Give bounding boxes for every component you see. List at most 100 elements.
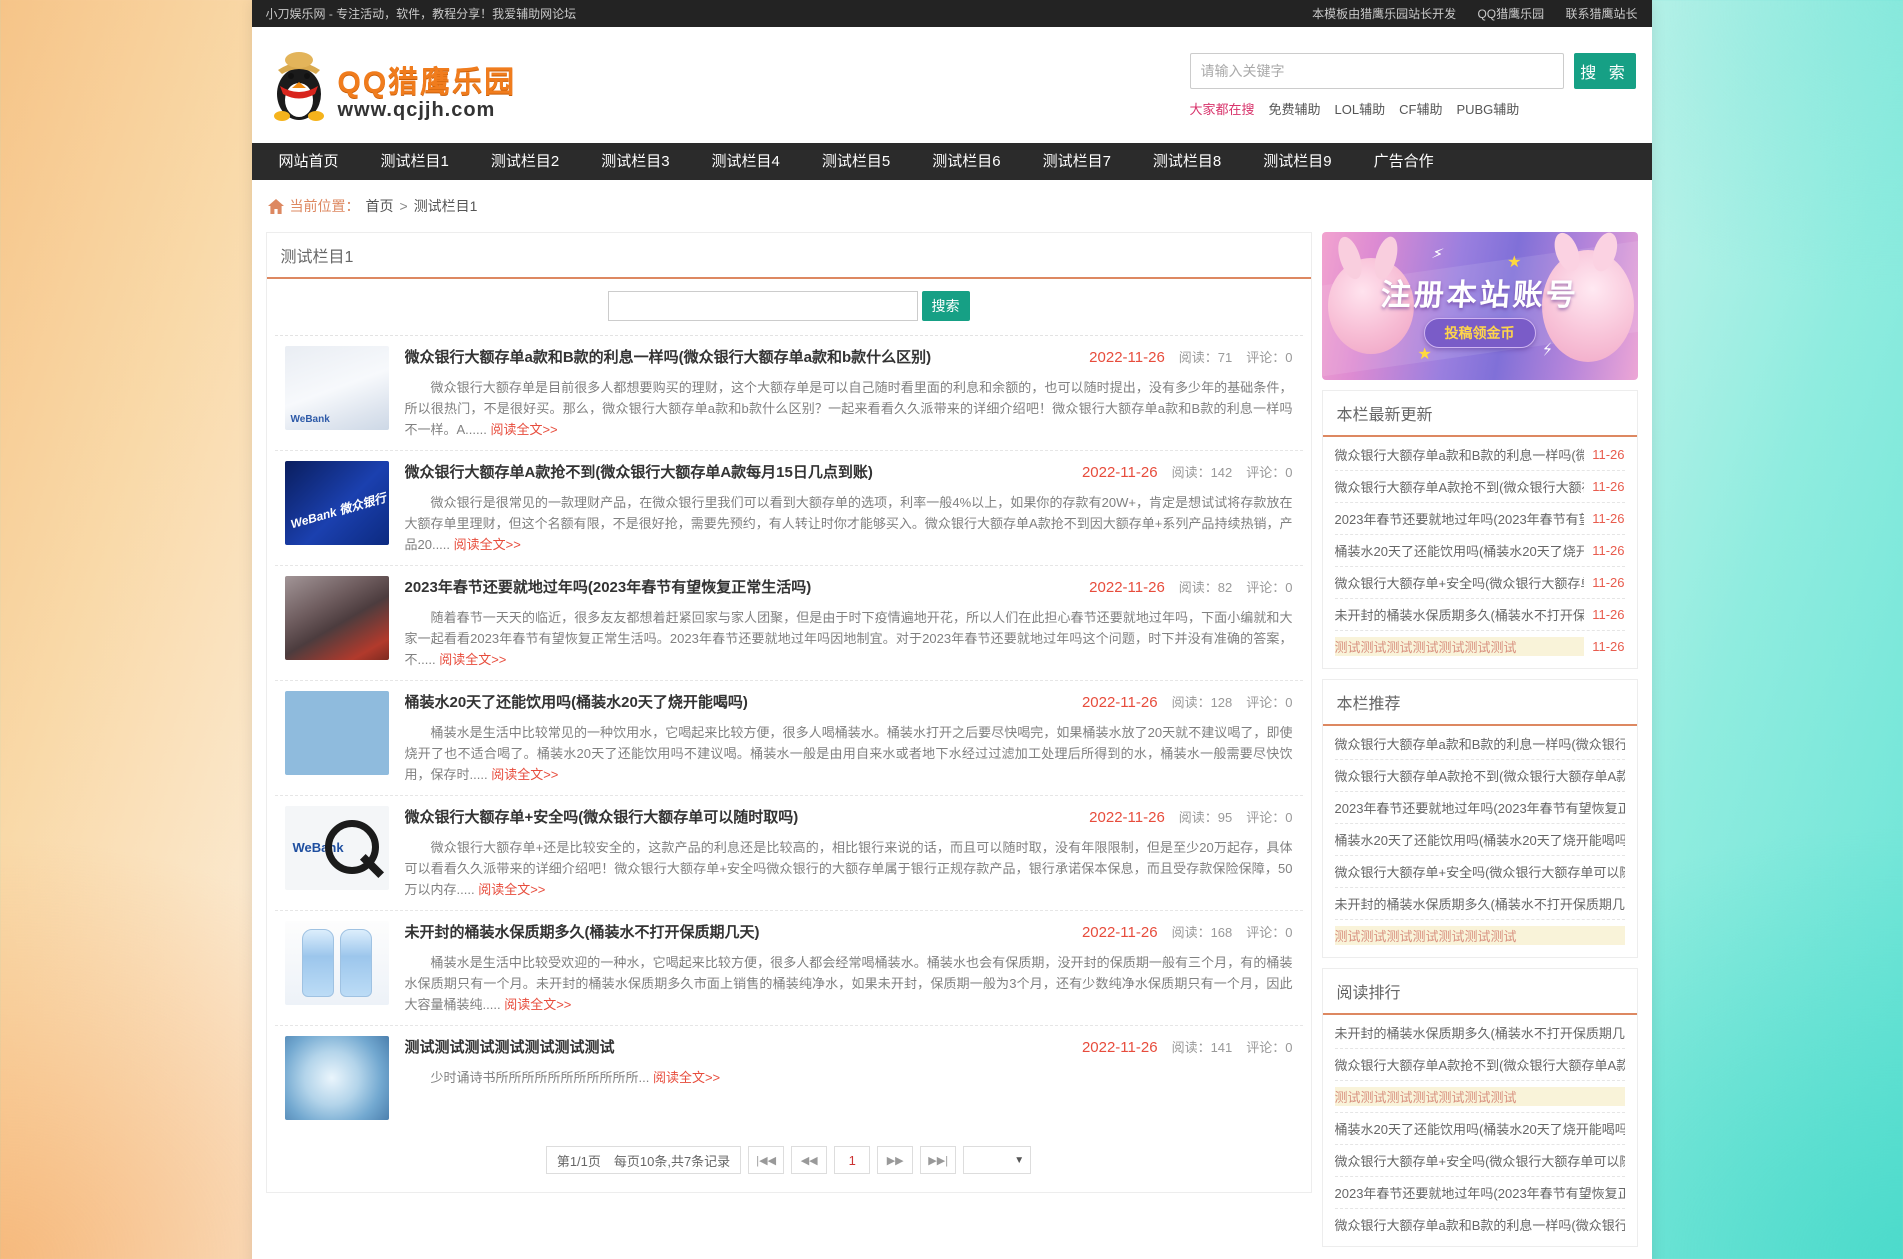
sidebar-article-link[interactable]: 未开封的桶装水保质期多久(桶装水不打开保质期几: [1335, 1023, 1625, 1042]
article-thumbnail[interactable]: [285, 1036, 389, 1120]
panel-search-input[interactable]: [608, 291, 918, 321]
article-title-link[interactable]: 微众银行大额存单A款抢不到(微众银行大额存单A款每月15日几点到账): [405, 461, 873, 482]
read-more-link[interactable]: 阅读全文>>: [491, 767, 558, 782]
nav-item-cat3[interactable]: 测试栏目3: [580, 143, 690, 180]
list-item[interactable]: 未开封的桶装水保质期多久(桶装水不打开保11-26: [1335, 599, 1625, 631]
nav-item-cat7[interactable]: 测试栏目7: [1022, 143, 1132, 180]
nav-item-cat6[interactable]: 测试栏目6: [911, 143, 1021, 180]
list-item[interactable]: 微众银行大额存单a款和B款的利息一样吗(微11-26: [1335, 439, 1625, 471]
list-item[interactable]: 未开封的桶装水保质期多久(桶装水不打开保质期几: [1335, 1017, 1625, 1049]
topbar-link-site[interactable]: QQ猎鹰乐园: [1477, 7, 1544, 21]
sidebar-article-link[interactable]: 微众银行大额存单+安全吗(微众银行大额存单: [1335, 573, 1585, 592]
list-item[interactable]: 2023年春节还要就地过年吗(2023年春节有望恢复正: [1335, 1177, 1625, 1209]
sidebar-article-link[interactable]: 未开封的桶装水保质期多久(桶装水不打开保质期几: [1335, 894, 1625, 913]
nav-item-cat4[interactable]: 测试栏目4: [691, 143, 801, 180]
hot-search-item[interactable]: CF辅助: [1399, 99, 1442, 118]
article-thumbnail[interactable]: WeBank: [285, 806, 389, 890]
article-title-link[interactable]: 微众银行大额存单a款和B款的利息一样吗(微众银行大额存单a款和b款什么区别): [405, 346, 932, 367]
sidebar-article-link[interactable]: 2023年春节还要就地过年吗(2023年春节有望恢复正: [1335, 1183, 1625, 1202]
sidebar-article-link[interactable]: 2023年春节还要就地过年吗(2023年春节有望: [1335, 509, 1585, 528]
nav-item-cat8[interactable]: 测试栏目8: [1132, 143, 1242, 180]
sidebar-article-link[interactable]: 微众银行大额存单A款抢不到(微众银行大额存单A款: [1335, 1055, 1625, 1074]
sidebar-article-link[interactable]: 测试测试测试测试测试测试测试: [1335, 1087, 1625, 1106]
star-icon: ★: [1507, 252, 1521, 272]
sidebar-article-link[interactable]: 未开封的桶装水保质期多久(桶装水不打开保: [1335, 605, 1585, 624]
hot-search-row: 大家都在搜 免费辅助 LOL辅助 CF辅助 PUBG辅助: [1190, 99, 1636, 118]
topbar-link-template-author[interactable]: 本模板由猎鹰乐园站长开发: [1312, 7, 1456, 21]
search-input[interactable]: [1190, 53, 1564, 89]
page-select-dropdown[interactable]: ▼: [963, 1146, 1031, 1174]
list-item[interactable]: 微众银行大额存单A款抢不到(微众银行大额存11-26: [1335, 471, 1625, 503]
article-title-link[interactable]: 微众银行大额存单+安全吗(微众银行大额存单可以随时取吗): [405, 806, 799, 827]
list-item[interactable]: 微众银行大额存单+安全吗(微众银行大额存单11-26: [1335, 567, 1625, 599]
read-more-link[interactable]: 阅读全文>>: [439, 652, 506, 667]
sidebar-article-link[interactable]: 测试测试测试测试测试测试测试: [1335, 926, 1625, 945]
hot-search-item[interactable]: 免费辅助: [1269, 99, 1321, 118]
article-meta: 2022-11-26 阅读：128 评论：0: [1082, 692, 1293, 711]
sidebar-article-link[interactable]: 桶装水20天了还能饮用吗(桶装水20天了烧开能喝吗): [1335, 830, 1625, 849]
read-more-link[interactable]: 阅读全文>>: [504, 997, 571, 1012]
list-item[interactable]: 微众银行大额存单+安全吗(微众银行大额存单可以随: [1335, 856, 1625, 888]
sidebar-article-link[interactable]: 微众银行大额存单A款抢不到(微众银行大额存单A款: [1335, 766, 1625, 785]
panel-search-button[interactable]: 搜索: [922, 291, 970, 321]
list-item[interactable]: 测试测试测试测试测试测试测试: [1335, 920, 1625, 951]
pagination-next-button[interactable]: ▶▶: [877, 1146, 913, 1174]
list-item[interactable]: 2023年春节还要就地过年吗(2023年春节有望恢复正: [1335, 792, 1625, 824]
topbar-link-contact[interactable]: 联系猎鹰站长: [1565, 7, 1637, 21]
list-item[interactable]: 微众银行大额存单a款和B款的利息一样吗(微众银行: [1335, 728, 1625, 760]
search-button[interactable]: 搜 索: [1574, 53, 1636, 89]
list-item[interactable]: 桶装水20天了还能饮用吗(桶装水20天了烧开能喝吗): [1335, 824, 1625, 856]
nav-item-cat1[interactable]: 测试栏目1: [360, 143, 470, 180]
pagination-prev-button[interactable]: ◀◀: [791, 1146, 827, 1174]
list-item[interactable]: 微众银行大额存单A款抢不到(微众银行大额存单A款: [1335, 1049, 1625, 1081]
article-reads: 阅读：71: [1179, 347, 1232, 366]
sidebar-article-link[interactable]: 2023年春节还要就地过年吗(2023年春节有望恢复正: [1335, 798, 1625, 817]
pagination-last-button[interactable]: ▶▶|: [920, 1146, 956, 1174]
read-more-link[interactable]: 阅读全文>>: [490, 422, 557, 437]
sidebar-article-link[interactable]: 微众银行大额存单+安全吗(微众银行大额存单可以随: [1335, 862, 1625, 881]
article-thumbnail[interactable]: [285, 921, 389, 1005]
nav-item-cat9[interactable]: 测试栏目9: [1242, 143, 1352, 180]
article-title-link[interactable]: 测试测试测试测试测试测试测试: [405, 1036, 615, 1057]
sidebar-article-link[interactable]: 桶装水20天了还能饮用吗(桶装水20天了烧开能喝吗): [1335, 1119, 1625, 1138]
nav-item-home[interactable]: 网站首页: [258, 143, 360, 180]
article-title-link[interactable]: 未开封的桶装水保质期多久(桶装水不打开保质期几天): [405, 921, 760, 942]
site-logo[interactable]: QQ猎鹰乐园 www.qcjjh.com: [268, 48, 517, 122]
read-more-link[interactable]: 阅读全文>>: [478, 882, 545, 897]
list-item[interactable]: 2023年春节还要就地过年吗(2023年春节有望11-26: [1335, 503, 1625, 535]
article-title-link[interactable]: 2023年春节还要就地过年吗(2023年春节有望恢复正常生活吗): [405, 576, 812, 597]
nav-item-cat2[interactable]: 测试栏目2: [470, 143, 580, 180]
list-item[interactable]: 微众银行大额存单A款抢不到(微众银行大额存单A款: [1335, 760, 1625, 792]
hot-search-item[interactable]: LOL辅助: [1335, 99, 1386, 118]
list-item[interactable]: 微众银行大额存单+安全吗(微众银行大额存单可以随: [1335, 1145, 1625, 1177]
read-more-link[interactable]: 阅读全文>>: [653, 1070, 720, 1085]
list-item[interactable]: 未开封的桶装水保质期多久(桶装水不打开保质期几: [1335, 888, 1625, 920]
read-more-link[interactable]: 阅读全文>>: [454, 537, 521, 552]
list-item[interactable]: 桶装水20天了还能饮用吗(桶装水20天了烧开11-26: [1335, 535, 1625, 567]
sidebar-article-link[interactable]: 测试测试测试测试测试测试测试: [1335, 637, 1585, 656]
pagination-first-button[interactable]: |◀◀: [748, 1146, 784, 1174]
article-thumbnail[interactable]: [285, 691, 389, 775]
sidebar-article-link[interactable]: 微众银行大额存单a款和B款的利息一样吗(微众银行: [1335, 734, 1625, 753]
list-item[interactable]: 微众银行大额存单a款和B款的利息一样吗(微众银行: [1335, 1209, 1625, 1240]
sidebar-article-link[interactable]: 微众银行大额存单a款和B款的利息一样吗(微: [1335, 445, 1585, 464]
nav-item-ads[interactable]: 广告合作: [1353, 143, 1455, 180]
list-item[interactable]: 测试测试测试测试测试测试测试11-26: [1335, 631, 1625, 662]
article-title-link[interactable]: 桶装水20天了还能饮用吗(桶装水20天了烧开能喝吗): [405, 691, 748, 712]
breadcrumb-current[interactable]: 测试栏目1: [414, 196, 478, 216]
pagination-current-page[interactable]: 1: [834, 1146, 870, 1174]
article-thumbnail[interactable]: WeBank 微众银行: [285, 461, 389, 545]
sidebar-article-link[interactable]: 桶装水20天了还能饮用吗(桶装水20天了烧开: [1335, 541, 1585, 560]
list-item[interactable]: 测试测试测试测试测试测试测试: [1335, 1081, 1625, 1113]
list-item[interactable]: 桶装水20天了还能饮用吗(桶装水20天了烧开能喝吗): [1335, 1113, 1625, 1145]
register-banner[interactable]: ⚡ ⚡ ★ ★ 注册本站账号 投稿领金币: [1322, 232, 1638, 380]
article-thumbnail[interactable]: [285, 576, 389, 660]
hot-search-item[interactable]: PUBG辅助: [1456, 99, 1519, 118]
sidebar-article-link[interactable]: 微众银行大额存单+安全吗(微众银行大额存单可以随: [1335, 1151, 1625, 1170]
sidebar-article-link[interactable]: 微众银行大额存单A款抢不到(微众银行大额存: [1335, 477, 1585, 496]
nav-item-cat5[interactable]: 测试栏目5: [801, 143, 911, 180]
sidebar-article-link[interactable]: 微众银行大额存单a款和B款的利息一样吗(微众银行: [1335, 1215, 1625, 1234]
article-thumbnail[interactable]: WeBank: [285, 346, 389, 430]
article-date: 2022-11-26: [1082, 694, 1158, 711]
breadcrumb-home-link[interactable]: 首页: [366, 196, 394, 216]
